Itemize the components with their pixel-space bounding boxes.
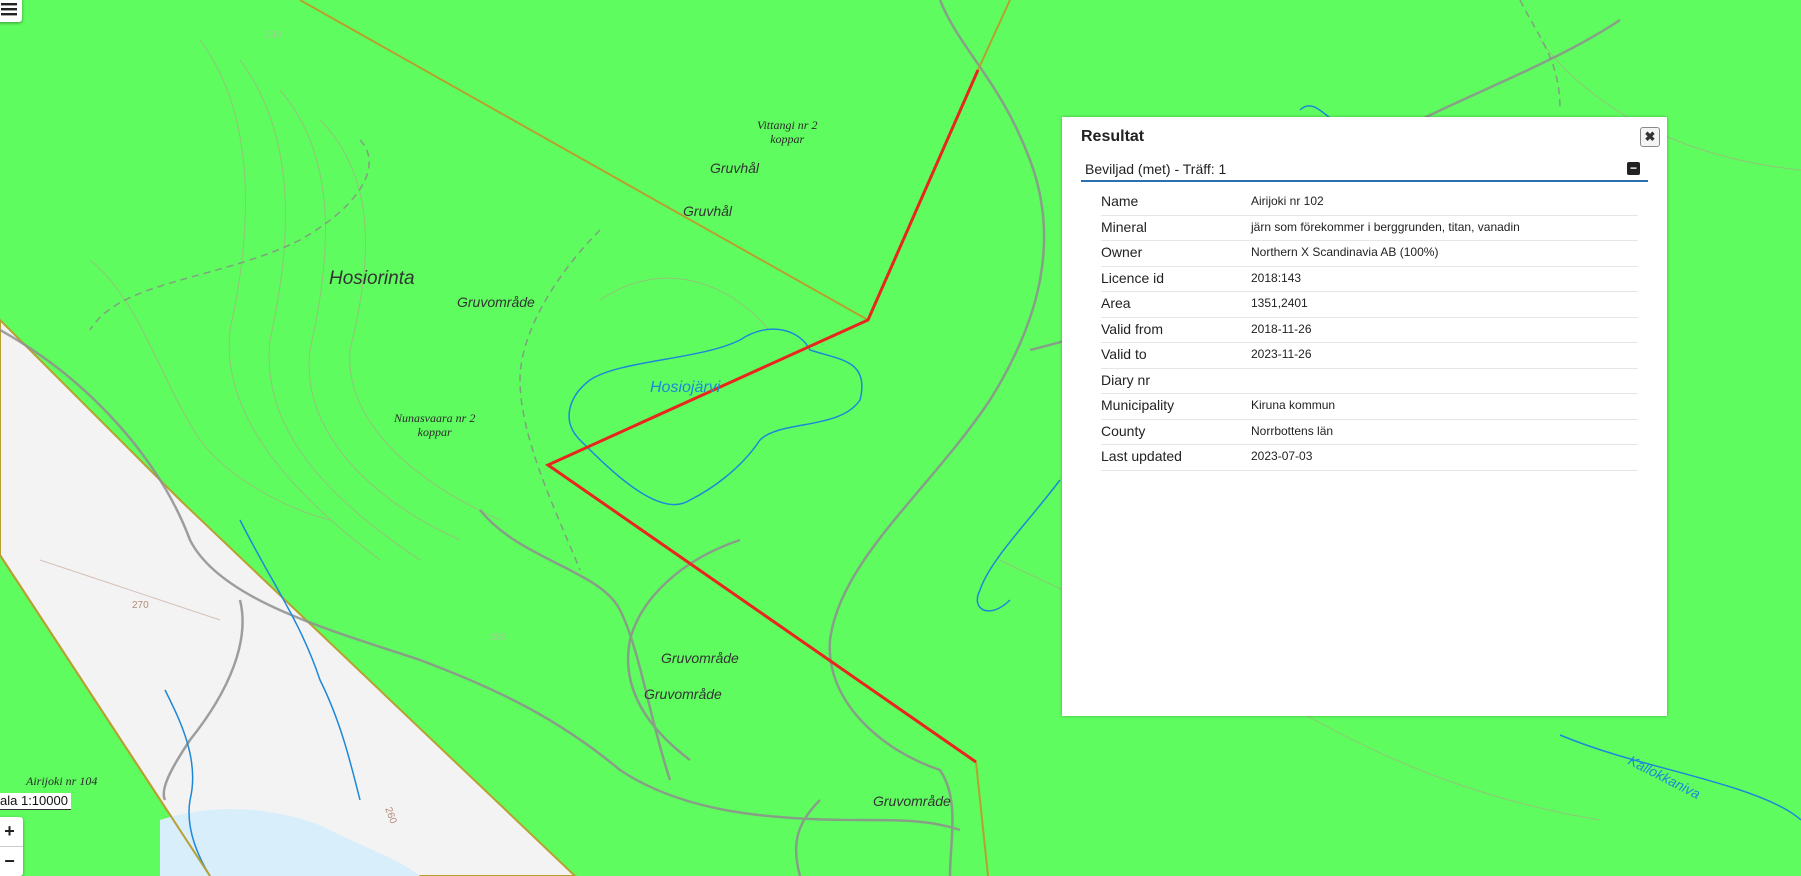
zoom-in-button[interactable]: +	[0, 817, 23, 846]
panel-title: Resultat	[1081, 128, 1145, 145]
label-hosiojarvi: Hosiojärvi	[650, 379, 721, 396]
attribute-row-licence-id: Licence id 2018:143	[1101, 267, 1638, 292]
attribute-row-owner: Owner Northern X Scandinavia AB (100%)	[1101, 241, 1638, 267]
attribute-value: 2018:143	[1251, 270, 1302, 285]
attribute-key: Valid from	[1101, 320, 1163, 337]
attribute-row-municipality: Municipality Kiruna kommun	[1101, 394, 1638, 420]
layers-menu-button[interactable]	[0, 0, 22, 22]
attribute-key: Municipality	[1101, 397, 1175, 413]
attribute-key: Name	[1101, 193, 1139, 209]
contour-label: 290	[265, 30, 282, 41]
result-group-header[interactable]: Beviljad (met) - Träff: 1	[1081, 161, 1648, 182]
attribute-value: 2018-11-26	[1251, 321, 1312, 336]
menu-icon	[1, 3, 17, 16]
label-gruvomrade: Gruvområde	[644, 686, 722, 702]
attribute-value: Northern X Scandinavia AB (100%)	[1251, 245, 1439, 259]
attribute-value: järn som förekommer i berggrunden, titan…	[1251, 219, 1520, 234]
result-attributes: Name Airijoki nr 102 Mineral järn som före…	[1101, 190, 1638, 471]
label-gruvomrade: Gruvområde	[873, 793, 951, 809]
attribute-key: Valid to	[1101, 346, 1147, 362]
label-gruvhal: Gruvhål	[710, 160, 760, 176]
attribute-row-mineral: Mineral järn som förekommer i berggrunden…	[1101, 216, 1638, 241]
attribute-key: Owner	[1101, 244, 1143, 260]
attribute-row-name: Name Airijoki nr 102	[1101, 190, 1638, 216]
scale-indicator: ala 1:10000	[0, 793, 71, 810]
attribute-key: Mineral	[1101, 218, 1147, 235]
attribute-value: Kiruna kommun	[1251, 398, 1336, 412]
attribute-value: Norrbottens län	[1251, 423, 1334, 438]
attribute-row-valid-to: Valid to 2023-11-26	[1101, 343, 1638, 369]
label-vittangi-licence: Vittangi nr 2 koppar	[757, 118, 818, 146]
result-group-title: Beviljad (met) - Träff: 1	[1085, 161, 1227, 177]
label-gruvomrade: Gruvområde	[457, 294, 535, 310]
attribute-row-diary-nr: Diary nr	[1101, 369, 1638, 394]
attribute-row-last-updated: Last updated 2023-07-03	[1101, 445, 1638, 471]
attribute-key: Last updated	[1101, 448, 1182, 464]
attribute-key: Diary nr	[1101, 371, 1151, 388]
attribute-row-area: Area 1351,2401	[1101, 292, 1638, 318]
label-airijoki-104: Airijoki nr 104	[26, 774, 98, 788]
collapse-icon[interactable]: −	[1627, 162, 1640, 175]
contour-label: 270	[132, 600, 149, 611]
attribute-key: Area	[1101, 295, 1131, 311]
attribute-row-valid-from: Valid from 2018-11-26	[1101, 318, 1638, 343]
zoom-out-button[interactable]: −	[0, 846, 23, 876]
label-gruvomrade: Gruvområde	[661, 650, 739, 666]
label-nunasvaara-licence: Nunasvaara nr 2 koppar	[394, 411, 476, 439]
attribute-key: County	[1101, 422, 1146, 439]
attribute-row-county: County Norrbottens län	[1101, 420, 1638, 445]
attribute-value: Airijoki nr 102	[1251, 194, 1324, 208]
attribute-value: 1351,2401	[1251, 296, 1308, 310]
result-panel: Resultat ✖ Beviljad (met) - Träff: 1 − N…	[1062, 117, 1667, 716]
zoom-control: + −	[0, 817, 23, 876]
close-icon[interactable]: ✖	[1640, 127, 1660, 147]
attribute-key: Licence id	[1101, 269, 1165, 286]
contour-label: 280	[490, 632, 507, 643]
label-gruvhal: Gruvhål	[683, 203, 733, 219]
attribute-value: 2023-07-03	[1251, 449, 1313, 463]
attribute-value: 2023-11-26	[1251, 347, 1312, 361]
label-hosiorinta: Hosiorinta	[329, 268, 415, 289]
